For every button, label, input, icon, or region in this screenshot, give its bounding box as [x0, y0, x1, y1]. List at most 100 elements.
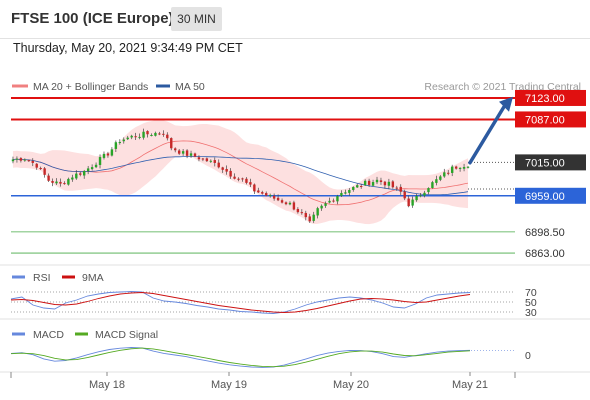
- candle-body: [288, 202, 292, 205]
- candle-body: [83, 171, 86, 176]
- candle-body: [43, 168, 46, 175]
- resistance-level-label: 7123.00: [525, 93, 565, 105]
- macd-signal-legend-swatch: [75, 332, 88, 336]
- candle-body: [411, 199, 414, 206]
- candle-body: [284, 202, 288, 205]
- candle-body: [379, 180, 383, 182]
- support-level-label: 6959.00: [525, 191, 565, 203]
- x-axis-tick-label: May 20: [333, 379, 369, 391]
- candle-body: [383, 181, 387, 186]
- candle-body: [15, 158, 19, 160]
- candle-body: [332, 200, 335, 202]
- candle-body: [403, 191, 406, 199]
- candle-body: [336, 196, 339, 202]
- candle-body: [308, 216, 311, 222]
- candle-body: [86, 168, 90, 172]
- candle-body: [150, 134, 153, 136]
- candle-body: [431, 182, 434, 188]
- candle-body: [391, 181, 395, 188]
- rsi-ma-legend-swatch: [62, 275, 75, 279]
- candle-body: [447, 172, 450, 174]
- candle-body: [268, 194, 272, 196]
- candle-body: [106, 153, 110, 156]
- candle-body: [75, 173, 78, 179]
- candle-body: [245, 178, 248, 183]
- candle-body: [450, 166, 454, 173]
- candle-body: [423, 192, 426, 196]
- candle-body: [375, 179, 379, 183]
- candle-body: [265, 193, 268, 196]
- candle-body: [39, 168, 42, 170]
- candle-body: [367, 180, 371, 185]
- candle-body: [395, 187, 398, 189]
- candle-body: [23, 159, 27, 161]
- candle-body: [134, 136, 137, 138]
- candle-body: [217, 162, 220, 168]
- candle-body: [300, 212, 304, 214]
- candle-body: [462, 167, 466, 169]
- candle-body: [79, 173, 82, 175]
- candle-body: [371, 182, 375, 186]
- candle-body: [118, 141, 122, 143]
- candle-body: [399, 186, 402, 192]
- candle-body: [280, 200, 284, 203]
- candle-body: [154, 132, 157, 136]
- candle-body: [261, 192, 264, 194]
- candle-body: [55, 181, 58, 184]
- candle-body: [63, 183, 66, 185]
- candle-body: [158, 133, 161, 135]
- candle-body: [324, 203, 327, 206]
- candle-body: [229, 170, 232, 177]
- candle-body: [352, 187, 355, 190]
- candle-body: [316, 208, 319, 216]
- candle-body: [162, 133, 165, 135]
- forecast-arrow: [468, 105, 506, 165]
- candle-body: [31, 160, 34, 163]
- candle-body: [443, 172, 446, 177]
- candle-body: [237, 178, 240, 180]
- candle-body: [90, 167, 94, 170]
- rsi-legend-swatch: [12, 275, 25, 279]
- candle-body: [312, 214, 315, 221]
- candle-body: [458, 167, 462, 169]
- candle-body: [174, 148, 177, 151]
- x-axis-tick-label: May 18: [89, 379, 125, 391]
- candle-body: [296, 208, 300, 213]
- candle-body: [249, 182, 252, 185]
- rsi-legend-label: RSI: [33, 272, 51, 284]
- minor-level-label: 6863.00: [525, 248, 565, 260]
- ma50-legend-swatch: [156, 84, 170, 88]
- macd-signal-legend-label: MACD Signal: [95, 329, 158, 341]
- candle-body: [197, 157, 201, 160]
- candle-body: [253, 184, 256, 192]
- candle-body: [348, 189, 351, 193]
- candle-body: [340, 192, 343, 196]
- candle-body: [98, 157, 102, 165]
- rsi-line: [10, 291, 471, 314]
- candle-body: [276, 197, 280, 201]
- x-axis-tick-label: May 19: [211, 379, 247, 391]
- candle-body: [201, 158, 205, 160]
- candle-body: [181, 151, 185, 154]
- candle-body: [138, 136, 141, 138]
- candle-body: [257, 190, 260, 193]
- candle-body: [213, 160, 216, 163]
- candle-body: [189, 153, 193, 156]
- candle-body: [435, 179, 438, 183]
- macd-legend-swatch: [12, 332, 25, 336]
- candle-body: [126, 137, 129, 140]
- candle-body: [130, 135, 133, 138]
- pivot-level-label: 7015.00: [525, 157, 565, 169]
- candle-body: [114, 142, 118, 149]
- candle-body: [241, 178, 244, 180]
- ma20-legend-label: MA 20 + Bollinger Bands: [33, 81, 148, 93]
- rsi-ma-legend-label: 9MA: [82, 272, 104, 284]
- candle-body: [67, 178, 70, 185]
- candle-body: [71, 177, 74, 180]
- candle-body: [454, 166, 458, 169]
- candle-body: [359, 186, 363, 188]
- candle-body: [47, 175, 50, 181]
- candle-body: [439, 176, 442, 180]
- candle-body: [122, 139, 125, 142]
- candle-body: [292, 202, 296, 210]
